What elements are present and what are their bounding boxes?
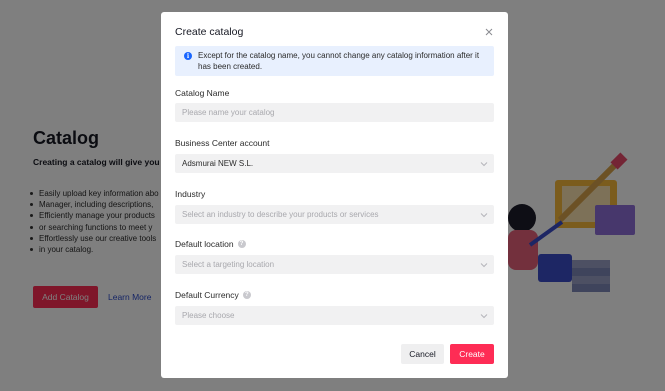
catalog-name-label-text: Catalog Name <box>175 88 230 98</box>
chevron-down-icon <box>480 213 488 218</box>
industry-select[interactable]: Select an industry to describe your prod… <box>175 205 494 224</box>
chevron-down-icon <box>480 314 488 319</box>
catalog-name-placeholder: Please name your catalog <box>182 108 275 117</box>
catalog-name-label: Catalog Name <box>175 88 229 98</box>
business-center-value: Adsmurai NEW S.L. <box>182 159 254 168</box>
default-currency-label: Default Currency ? <box>175 290 251 300</box>
default-currency-select[interactable]: Please choose <box>175 306 494 325</box>
industry-label-text: Industry <box>175 189 206 199</box>
default-location-placeholder: Select a targeting location <box>182 260 275 269</box>
default-location-label: Default location ? <box>175 239 246 249</box>
cancel-button[interactable]: Cancel <box>401 344 444 364</box>
chevron-down-icon <box>480 162 488 167</box>
industry-label: Industry <box>175 189 205 199</box>
default-currency-label-text: Default Currency <box>175 290 239 300</box>
business-center-label-text: Business Center account <box>175 138 270 148</box>
default-location-label-text: Default location <box>175 239 234 249</box>
info-text: Except for the catalog name, you cannot … <box>198 51 480 71</box>
close-icon <box>485 28 493 36</box>
create-catalog-modal: Create catalog i Except for the catalog … <box>161 12 508 378</box>
close-button[interactable] <box>483 26 495 38</box>
modal-title: Create catalog <box>175 26 244 38</box>
help-icon[interactable]: ? <box>242 291 251 299</box>
catalog-name-input[interactable]: Please name your catalog <box>175 103 494 122</box>
business-center-select[interactable]: Adsmurai NEW S.L. <box>175 154 494 173</box>
business-center-label: Business Center account <box>175 138 270 148</box>
chevron-down-icon <box>480 263 488 268</box>
info-banner: i Except for the catalog name, you canno… <box>175 46 494 76</box>
industry-placeholder: Select an industry to describe your prod… <box>182 210 379 219</box>
info-icon: i <box>184 52 192 60</box>
default-location-select[interactable]: Select a targeting location <box>175 255 494 274</box>
default-currency-placeholder: Please choose <box>182 311 235 320</box>
create-button[interactable]: Create <box>450 344 494 364</box>
help-icon[interactable]: ? <box>237 240 246 248</box>
